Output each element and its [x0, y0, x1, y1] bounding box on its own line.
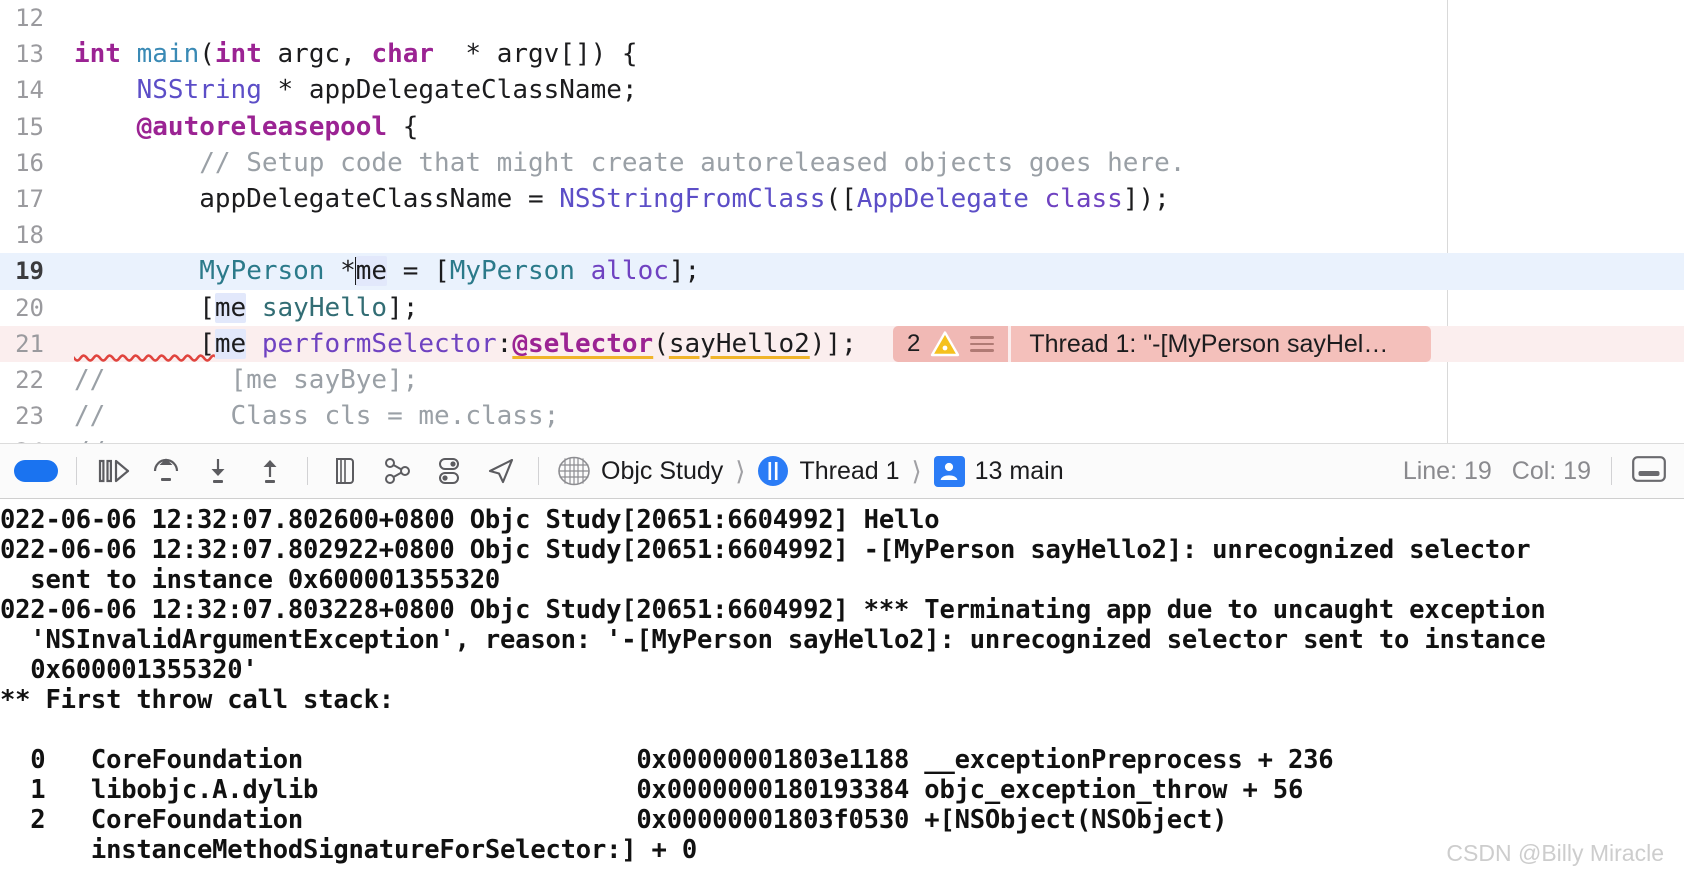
location-arrow-icon: [488, 458, 514, 484]
debug-view-hierarchy-button[interactable]: [320, 449, 370, 493]
process-crumb-label[interactable]: Objc Study: [601, 457, 723, 486]
code-text: NSString * appDelegateClassName;: [136, 75, 638, 106]
code-text: MyPerson *me = [MyPerson alloc];: [199, 256, 701, 287]
step-into-icon: [211, 459, 225, 483]
xcode-debug-screen: 12 13 int main(int argc, char * argv[]) …: [0, 0, 1684, 890]
code-line-19[interactable]: 19 MyPerson *me = [MyPerson alloc];: [0, 253, 1684, 290]
toolbar-divider: [76, 457, 77, 485]
issue-message[interactable]: Thread 1: "-[MyPerson sayHel…: [1011, 325, 1432, 362]
code-line-23[interactable]: 23 // Class cls = me.class;: [0, 398, 1684, 434]
console-panel-icon: [1632, 455, 1666, 482]
list-lines-icon: [970, 336, 995, 352]
continue-button[interactable]: [89, 449, 139, 493]
code-line-18[interactable]: 18: [0, 217, 1684, 253]
code-text: [me sayHello];: [74, 292, 419, 323]
line-number: 12: [15, 4, 44, 32]
hide-debug-area-toggle[interactable]: [14, 460, 58, 482]
line-number: 18: [15, 221, 44, 250]
debug-memory-graph-button[interactable]: [372, 449, 422, 493]
step-out-button[interactable]: [245, 449, 295, 493]
chevron-right-icon: ⟩: [735, 455, 746, 486]
issue-count-label: 2: [907, 329, 921, 357]
line-number: 24: [0, 434, 58, 443]
console-output[interactable]: 022-06-06 12:32:07.802600+0800 Objc Stud…: [0, 499, 1684, 889]
step-into-button[interactable]: [193, 449, 243, 493]
console-log-text: 022-06-06 12:32:07.802600+0800 Objc Stud…: [0, 505, 1546, 865]
continue-program-icon: [98, 459, 130, 483]
code-line-24[interactable]: 24 //: [0, 434, 1684, 443]
line-number: 20: [15, 293, 44, 322]
line-number: 15: [15, 112, 44, 141]
line-number: 23: [15, 402, 44, 431]
code-text: // [me sayBye];: [74, 364, 419, 395]
thread-crumb-label[interactable]: Thread 1: [799, 457, 899, 486]
code-line-22[interactable]: 22 // [me sayBye];: [0, 362, 1684, 398]
code-text: int main(int argc, char * argv[]) {: [74, 39, 638, 70]
toggle-switches-icon: [439, 458, 459, 484]
chevron-right-icon: ⟩: [911, 455, 922, 486]
stacked-layers-icon: [336, 458, 354, 484]
issue-count-chip[interactable]: 2: [893, 325, 1009, 362]
app-grid-icon: [558, 456, 590, 486]
line-number: 21: [15, 329, 44, 358]
inline-issue-banner[interactable]: 2 Thread 1: "-[MyPerson sayHel…: [893, 325, 1432, 362]
step-over-icon: [153, 458, 179, 481]
code-line-16[interactable]: 16 // Setup code that might create autor…: [0, 145, 1684, 181]
code-line-14[interactable]: 14 NSString * appDelegateClassName;: [0, 72, 1684, 108]
environment-overrides-button[interactable]: [424, 449, 474, 493]
line-number: 13: [15, 40, 44, 69]
code-text: //: [58, 434, 105, 443]
frame-crumb-label[interactable]: 13 main: [975, 457, 1064, 486]
debug-toolbar[interactable]: Objc Study ⟩ Thread 1 ⟩ 13 main Line: 19…: [0, 443, 1684, 499]
code-text: // Class cls = me.class;: [74, 401, 560, 432]
code-text: @autoreleasepool {: [136, 111, 419, 142]
code-text: // Setup code that might create autorele…: [199, 147, 1186, 178]
code-text: appDelegateClassName = NSStringFromClass…: [74, 183, 1170, 214]
code-line-20[interactable]: 20 [me sayHello];: [0, 290, 1684, 326]
step-over-button[interactable]: [141, 449, 191, 493]
line-number: 19: [15, 257, 44, 286]
code-line-17[interactable]: 17 appDelegateClassName = NSStringFromCl…: [0, 181, 1684, 217]
thread-pause-icon: [758, 456, 789, 486]
toolbar-divider: [538, 457, 539, 485]
code-text: [me performSelector:@selector(sayHello2)…: [74, 328, 857, 359]
code-line-13[interactable]: 13 int main(int argc, char * argv[]) {: [0, 36, 1684, 72]
memory-graph-icon: [385, 458, 410, 484]
code-line-12[interactable]: 12: [0, 0, 1684, 36]
toolbar-divider: [307, 457, 308, 485]
line-indicator: Line: 19: [1402, 456, 1492, 485]
code-line-21[interactable]: 21 [me performSelector:@selector(sayHell…: [0, 325, 1684, 362]
source-editor[interactable]: 12 13 int main(int argc, char * argv[]) …: [0, 0, 1684, 443]
debug-breadcrumb[interactable]: Objc Study ⟩ Thread 1 ⟩ 13 main: [557, 455, 1064, 487]
col-indicator: Col: 19: [1511, 456, 1591, 485]
line-number: 17: [15, 184, 44, 213]
code-line-15[interactable]: 15 @autoreleasepool {: [0, 109, 1684, 145]
console-panel-toggle[interactable]: [1632, 455, 1666, 487]
line-number: 22: [15, 365, 44, 394]
line-number: 16: [15, 148, 44, 177]
person-badge-icon: [933, 455, 965, 487]
warning-triangle-icon: [931, 331, 960, 356]
watermark: CSDN @Billy Miracle: [1446, 840, 1664, 866]
step-out-icon: [263, 460, 277, 483]
toolbar-divider: [1611, 457, 1612, 485]
line-number: 14: [15, 76, 44, 105]
simulate-location-button[interactable]: [476, 449, 526, 493]
